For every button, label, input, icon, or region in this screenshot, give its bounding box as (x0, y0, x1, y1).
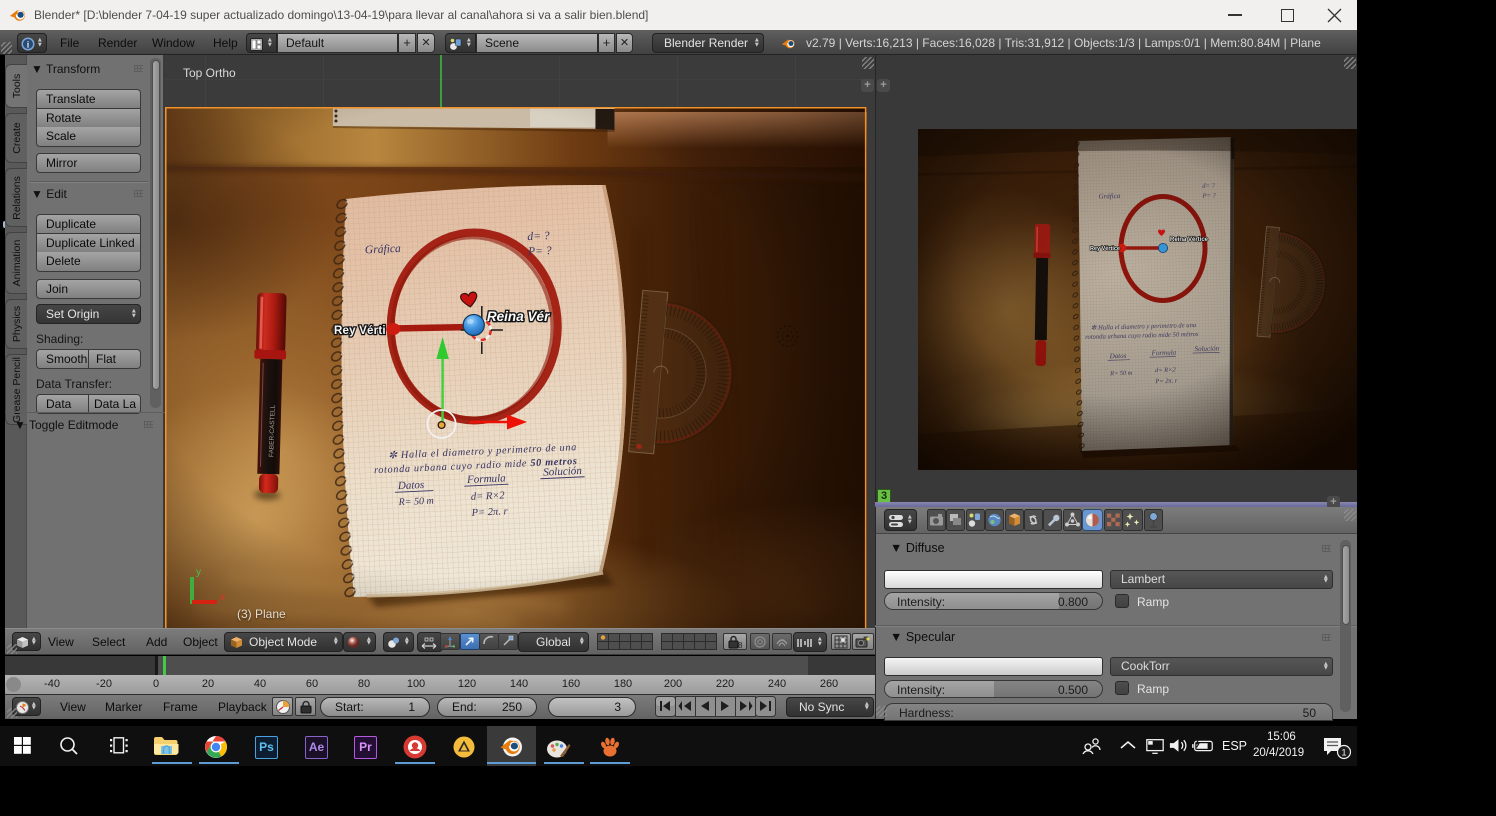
svg-text:Rey Vérti: Rey Vérti (334, 325, 386, 337)
svg-text:Reina Vér: Reina Vér (487, 309, 550, 324)
svg-text:FABER-CASTELL: FABER-CASTELL (268, 404, 276, 457)
svg-text:8: 8 (738, 641, 743, 649)
svg-text:1: 1 (1341, 748, 1346, 758)
